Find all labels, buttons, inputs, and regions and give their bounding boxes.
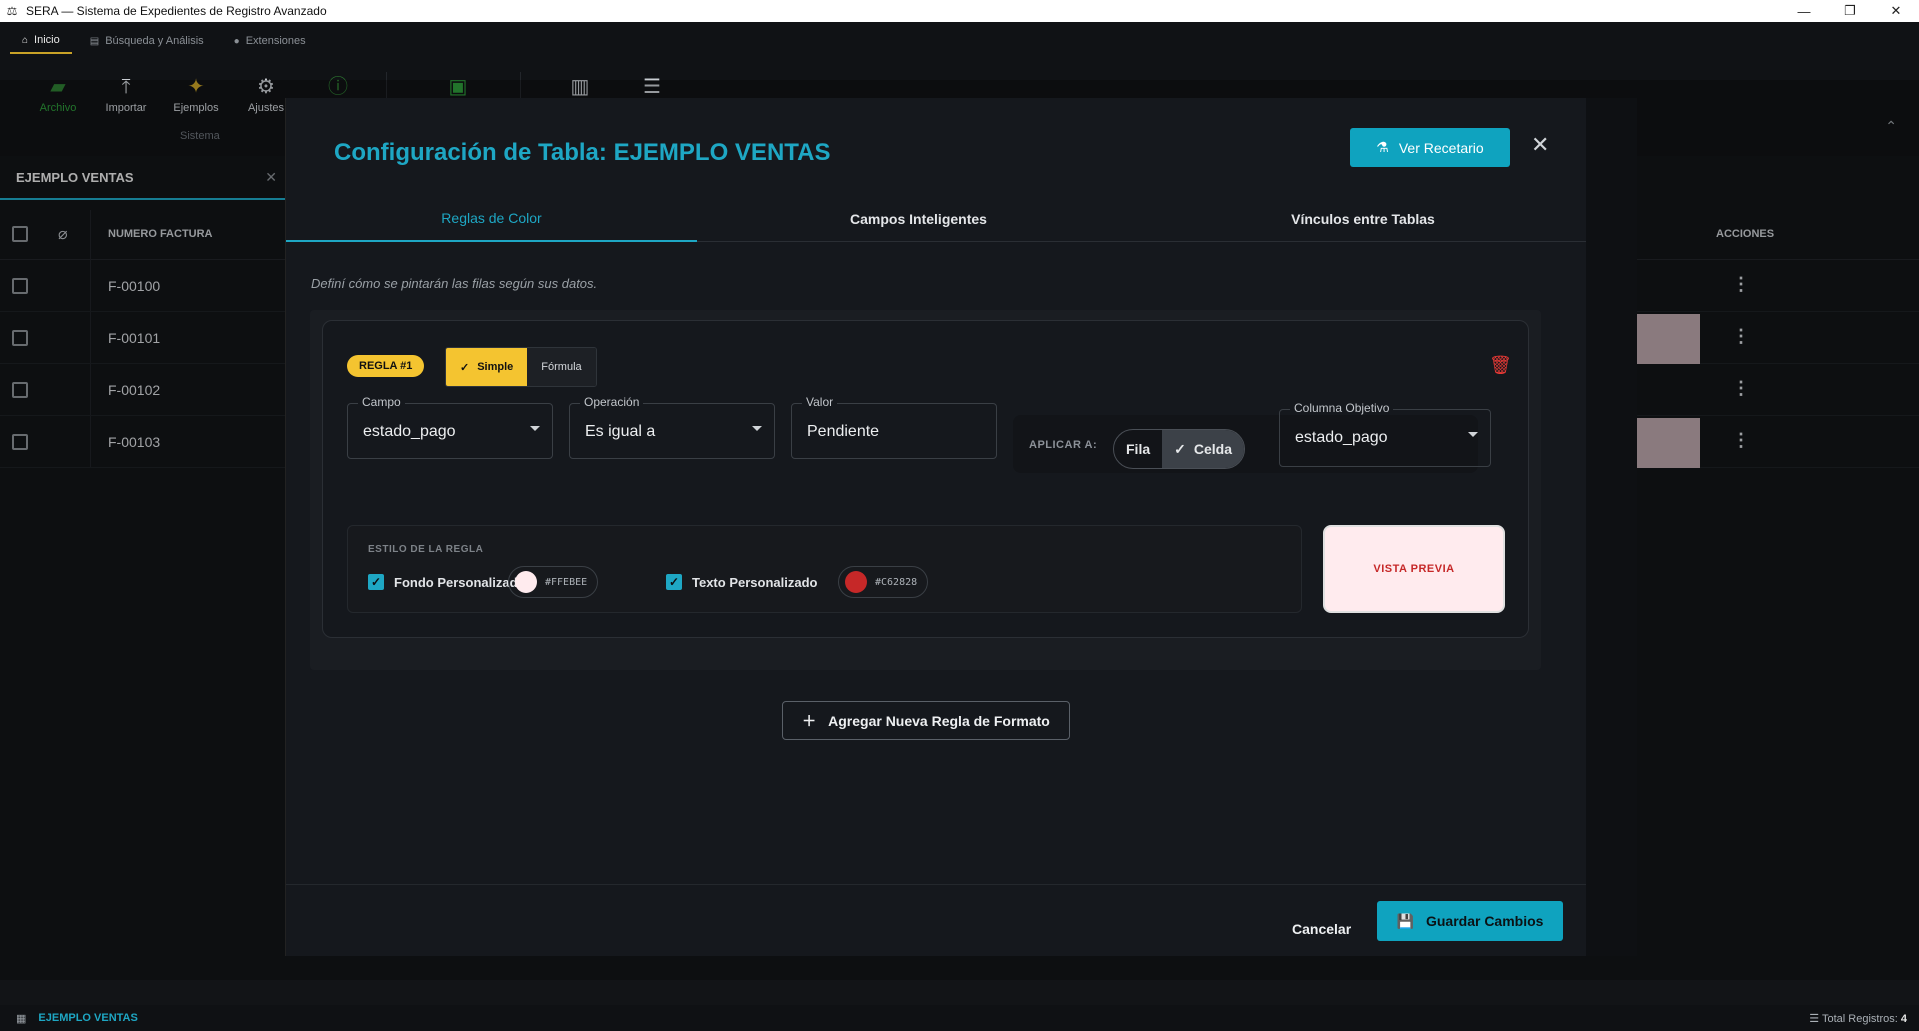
bg-color-swatch	[515, 571, 537, 593]
chevron-down-icon	[1468, 432, 1478, 437]
window-title: SERA — Sistema de Expedientes de Registr…	[26, 4, 327, 18]
text-color-picker[interactable]: #C62828	[838, 566, 929, 598]
save-button[interactable]: 💾 Guardar Cambios	[1377, 901, 1563, 941]
tab-label: Reglas de Color	[441, 210, 542, 226]
rule-style-box: ESTILO DE LA REGLA ✓ Fondo Personalizado…	[347, 525, 1302, 613]
valor-input[interactable]: Valor Pendiente	[791, 395, 997, 459]
total-records-label: Total Registros:	[1822, 1012, 1898, 1025]
total-records-value: 4	[1900, 1012, 1907, 1025]
status-table-name: EJEMPLO VENTAS	[38, 1012, 138, 1024]
list-icon: ☰	[1809, 1012, 1822, 1025]
chevron-down-icon	[752, 426, 762, 431]
check-icon: ✓	[1174, 440, 1186, 457]
target-column-value: estado_pago	[1295, 429, 1388, 446]
dialog-title: Configuración de Tabla: EJEMPLO VENTAS	[334, 139, 831, 166]
add-rule-label: Agregar Nueva Regla de Formato	[828, 712, 1050, 729]
home-icon: ⌂	[22, 34, 29, 46]
custom-text-label: Texto Personalizado	[692, 575, 818, 590]
apply-to-toggle: Fila ✓ Celda	[1113, 429, 1245, 469]
view-recipes-button[interactable]: ⚗ Ver Recetario	[1350, 128, 1510, 167]
custom-text-checkbox[interactable]: ✓	[666, 574, 682, 590]
tab-extensiones[interactable]: ● Extensiones	[222, 32, 318, 54]
target-column-select[interactable]: Columna Objetivo estado_pago	[1279, 401, 1491, 467]
dialog-footer: Cancelar 💾 Guardar Cambios	[286, 884, 1586, 956]
close-window-button[interactable]: ✕	[1873, 0, 1919, 22]
minimize-button[interactable]: —	[1781, 0, 1827, 22]
puzzle-icon: ●	[233, 35, 240, 47]
view-recipes-label: Ver Recetario	[1398, 139, 1484, 156]
tab-table-links[interactable]: Vínculos entre Tablas	[1140, 196, 1586, 242]
flask-icon: ⚗	[1376, 139, 1389, 155]
dialog-scroll-gutter	[1586, 98, 1637, 956]
maximize-button[interactable]: ❐	[1827, 0, 1873, 22]
chart-icon: ▤	[89, 35, 100, 47]
status-bar: ▦ EJEMPLO VENTAS ☰ Total Registros: 4	[0, 1005, 1919, 1031]
custom-bg-checkbox[interactable]: ✓	[368, 574, 384, 590]
save-label: Guardar Cambios	[1425, 913, 1544, 929]
campo-label: Campo	[358, 395, 405, 409]
tab-busqueda[interactable]: ▤ Búsqueda y Análisis	[78, 32, 216, 54]
campo-select[interactable]: Campo estado_pago	[347, 395, 553, 459]
operacion-label: Operación	[580, 395, 644, 409]
add-rule-button[interactable]: ＋ Agregar Nueva Regla de Formato	[782, 701, 1070, 740]
tab-label: Inicio	[34, 34, 60, 46]
mode-label: Fórmula	[541, 361, 582, 373]
tab-inicio[interactable]: ⌂ Inicio	[10, 32, 72, 54]
save-icon: 💾	[1396, 912, 1414, 929]
apply-cell-option[interactable]: ✓ Celda	[1162, 430, 1244, 468]
rule-preview: VISTA PREVIA	[1323, 525, 1505, 613]
operacion-value: Es igual a	[585, 423, 656, 440]
color-rules-hint: Definí cómo se pintarán las filas según …	[311, 276, 598, 291]
cancel-button[interactable]: Cancelar	[1292, 921, 1351, 937]
rule-mode-toggle: ✓ Simple Fórmula	[445, 347, 597, 387]
apply-option-label: Celda	[1193, 441, 1232, 457]
sera-app-icon: ⚖	[6, 4, 18, 18]
tab-label: Campos Inteligentes	[850, 211, 987, 227]
mode-label: Simple	[477, 361, 514, 373]
table-config-dialog: Configuración de Tabla: EJEMPLO VENTAS ⚗…	[285, 98, 1637, 956]
ribbon-tabs: ⌂ Inicio ▤ Búsqueda y Análisis ● Extensi…	[10, 32, 318, 54]
plus-icon: ＋	[802, 712, 817, 729]
campo-value: estado_pago	[363, 423, 456, 440]
total-records: ☰ Total Registros: 4	[1809, 1012, 1907, 1025]
dialog-tabs: Reglas de Color Campos Inteligentes Vínc…	[286, 196, 1586, 242]
valor-value: Pendiente	[807, 423, 880, 440]
target-column-label: Columna Objetivo	[1290, 401, 1394, 415]
window-titlebar: ⚖ SERA — Sistema de Expedientes de Regis…	[0, 0, 1919, 22]
apply-to-label: APLICAR A:	[1029, 439, 1098, 451]
delete-rule-icon[interactable]: 🗑	[1489, 355, 1512, 376]
tab-label: Vínculos entre Tablas	[1291, 211, 1435, 227]
bg-color-hex: #FFEBEE	[545, 576, 588, 588]
apply-option-label: Fila	[1126, 441, 1151, 457]
operacion-select[interactable]: Operación Es igual a	[569, 395, 775, 459]
rule-card: REGLA #1 ✓ Simple Fórmula 🗑 Campo estado…	[322, 320, 1529, 638]
custom-bg-label: Fondo Personalizado	[394, 575, 526, 590]
text-color-swatch	[845, 571, 867, 593]
close-dialog-icon[interactable]: ✕	[1531, 132, 1549, 158]
tab-color-rules[interactable]: Reglas de Color	[286, 196, 697, 242]
bg-color-picker[interactable]: #FFEBEE	[508, 566, 599, 598]
apply-to-group: APLICAR A: Fila ✓ Celda Columna Objetivo…	[1013, 401, 1491, 473]
check-icon: ✓	[460, 361, 470, 374]
text-color-hex: #C62828	[875, 576, 918, 588]
rule-style-title: ESTILO DE LA REGLA	[368, 544, 484, 555]
tab-label: Extensiones	[245, 35, 306, 47]
chevron-down-icon	[530, 426, 540, 431]
grid-icon: ▦	[16, 1012, 27, 1025]
rule-badge: REGLA #1	[347, 355, 425, 377]
tab-label: Búsqueda y Análisis	[105, 35, 204, 47]
mode-formula-option[interactable]: Fórmula	[527, 348, 596, 386]
tab-smart-fields[interactable]: Campos Inteligentes	[697, 196, 1140, 242]
rules-container: REGLA #1 ✓ Simple Fórmula 🗑 Campo estado…	[310, 310, 1541, 670]
valor-label: Valor	[802, 395, 838, 409]
mode-simple-option[interactable]: ✓ Simple	[446, 348, 528, 386]
apply-row-option[interactable]: Fila	[1114, 430, 1162, 468]
